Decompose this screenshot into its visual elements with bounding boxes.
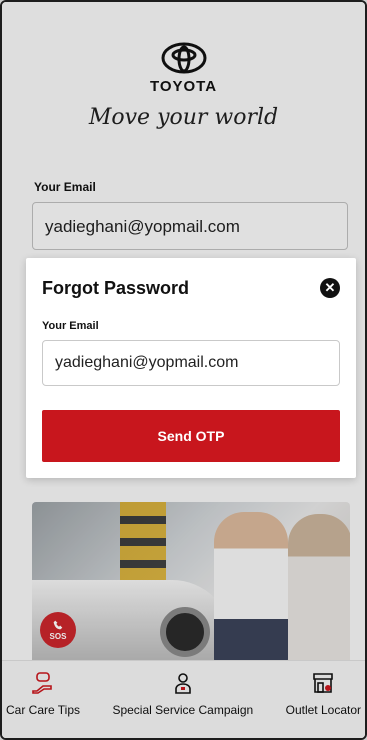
forgot-password-dialog: Forgot Password ✕ Your Email Send OTP <box>26 258 356 478</box>
close-icon: ✕ <box>324 280 336 295</box>
phone-screen: TOYOTA Move your world Your Email yadieg… <box>0 0 367 740</box>
send-otp-button[interactable]: Send OTP <box>42 410 340 462</box>
dialog-email-label: Your Email <box>42 320 99 332</box>
close-button[interactable]: ✕ <box>320 278 340 298</box>
dialog-email-field[interactable] <box>42 340 340 386</box>
dialog-title: Forgot Password <box>42 278 190 298</box>
